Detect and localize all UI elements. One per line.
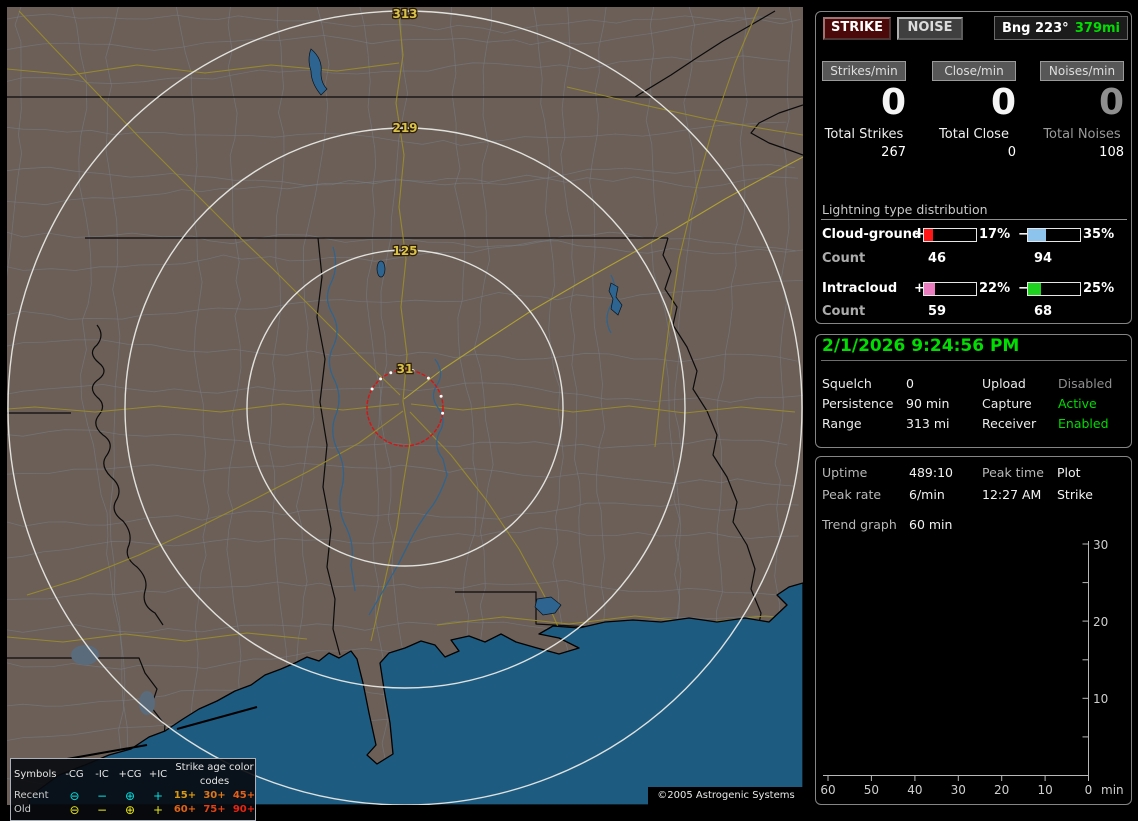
ic-positive-pct: 22%: [979, 281, 1011, 296]
capture-status: Active: [1058, 396, 1097, 411]
range-value: 313 mi: [906, 416, 950, 431]
legend-header-pos-ic: +IC: [148, 769, 168, 780]
svg-text:60: 60: [820, 783, 835, 797]
cg-positive-count: 46: [928, 251, 947, 266]
upload-status: Disabled: [1058, 376, 1113, 391]
ic-count-label: Count: [822, 304, 866, 319]
cg-negative-count: 94: [1034, 251, 1053, 266]
persistence-value: 90 min: [906, 396, 950, 411]
range-label: Range: [822, 416, 862, 431]
svg-text:0: 0: [1085, 783, 1093, 797]
trend-axes: [823, 541, 1089, 781]
age-90: 90+: [232, 804, 256, 815]
bearing-distance: 379mi: [1074, 20, 1120, 36]
pos-cg-old-icon: ⊕: [124, 802, 136, 817]
intracloud-label: Intracloud: [822, 281, 898, 296]
cg-negative-bar: [1027, 228, 1081, 242]
trend-graph: 30 20 10 60 50 40 30 20 10 0 min: [820, 538, 1123, 797]
close-counter: Close/min 0 Total Close 0: [932, 61, 1016, 160]
legend-header-pos-cg: +CG: [118, 769, 142, 780]
neg-ic-old-icon: −: [96, 802, 108, 817]
ring-label-313: 313: [392, 7, 417, 21]
legend-row-recent: Recent: [14, 790, 49, 801]
svg-text:min: min: [1101, 783, 1124, 797]
svg-text:30: 30: [951, 783, 966, 797]
svg-text:40: 40: [907, 783, 922, 797]
svg-text:20: 20: [1093, 615, 1108, 629]
cg-negative-pct: 35%: [1083, 227, 1115, 242]
age-60: 60+: [173, 804, 197, 815]
neg-ic-recent-icon: −: [96, 788, 108, 803]
strikes-counter: Strikes/min 0 Total Strikes 267: [822, 61, 906, 160]
noises-counter: Noises/min 0 Total Noises 108: [1040, 61, 1124, 160]
distribution-title: Lightning type distribution: [822, 202, 988, 217]
squelch-value: 0: [906, 376, 914, 391]
bearing-label: Bng 223°: [1002, 20, 1069, 36]
ic-positive-count: 59: [928, 304, 947, 319]
svg-text:10: 10: [1093, 692, 1108, 706]
svg-text:10: 10: [1037, 783, 1052, 797]
total-strikes-value: 267: [881, 145, 906, 160]
svg-text:50: 50: [864, 783, 879, 797]
neg-cg-recent-icon: ⊖: [69, 788, 80, 803]
capture-label: Capture: [982, 396, 1032, 411]
strike-stats-panel: STRIKE NOISE Bng 223° 379mi Strikes/min …: [815, 11, 1132, 324]
copyright-text: ©2005 Astrogenic Systems: [648, 787, 804, 805]
ring-label-31: 31: [397, 362, 414, 376]
map-canvas: 313 219 125 31: [7, 7, 803, 805]
legend-header-neg-cg: -CG: [65, 769, 84, 780]
bearing-display: Bng 223° 379mi: [994, 16, 1128, 40]
lightning-map[interactable]: 313 219 125 31 Symbols -CG -IC +CG +IC S…: [7, 7, 804, 821]
legend-header-neg-ic: -IC: [95, 769, 109, 780]
cloud-ground-label: Cloud-ground: [822, 227, 922, 242]
legend-header-age: Strike age color codes: [175, 762, 254, 787]
age-75: 75+: [203, 804, 226, 815]
total-strikes-label: Total Strikes: [824, 127, 904, 142]
legend-row-old: Old: [14, 804, 31, 815]
app-window: { "map": { "rings": ["313", "219", "125"…: [0, 0, 1138, 821]
status-panel: 2/1/2026 9:24:56 PM Squelch 0 Upload Dis…: [815, 334, 1132, 448]
total-close-label: Total Close: [939, 127, 1009, 142]
age-45: 45+: [232, 790, 256, 801]
ring-label-219: 219: [392, 121, 417, 135]
svg-text:20: 20: [994, 783, 1009, 797]
strikes-per-min-value: 0: [880, 82, 906, 123]
legend-header-symbols: Symbols: [14, 769, 57, 780]
close-per-min-label: Close/min: [932, 61, 1016, 81]
age-30: 30+: [203, 790, 226, 801]
strike-button[interactable]: STRIKE: [823, 17, 891, 40]
receiver-label: Receiver: [982, 416, 1037, 431]
trend-panel: Uptime 489:10 Peak time Plot Peak rate 6…: [815, 456, 1132, 805]
noises-per-min-label: Noises/min: [1040, 61, 1124, 81]
cg-count-label: Count: [822, 251, 866, 266]
ic-negative-count: 68: [1034, 304, 1053, 319]
cg-positive-bar: [923, 228, 977, 242]
pos-ic-recent-icon: +: [152, 788, 164, 803]
receiver-status: Enabled: [1058, 416, 1109, 431]
total-noises-value: 108: [1099, 145, 1124, 160]
strikes-per-min-label: Strikes/min: [822, 61, 906, 81]
svg-text:30: 30: [1093, 538, 1108, 552]
close-per-min-value: 0: [990, 82, 1016, 123]
trend-axis-labels: 30 20 10 60 50 40 30 20 10 0 min: [820, 538, 1123, 797]
age-15: 15+: [173, 790, 197, 801]
cg-positive-pct: 17%: [979, 227, 1011, 242]
ring-label-125: 125: [392, 244, 417, 258]
ic-positive-bar: [923, 282, 977, 296]
neg-cg-old-icon: ⊖: [69, 802, 80, 817]
noise-button[interactable]: NOISE: [897, 17, 963, 40]
noises-per-min-value: 0: [1098, 82, 1124, 123]
ic-negative-pct: 25%: [1083, 281, 1115, 296]
upload-label: Upload: [982, 376, 1026, 391]
total-noises-label: Total Noises: [1043, 127, 1121, 142]
datetime-divider: [821, 360, 1127, 361]
squelch-label: Squelch: [822, 376, 872, 391]
total-close-value: 0: [1007, 145, 1016, 160]
ic-negative-bar: [1027, 282, 1081, 296]
pos-cg-recent-icon: ⊕: [124, 788, 136, 803]
datetime-display: 2/1/2026 9:24:56 PM: [822, 336, 1020, 356]
pos-ic-old-icon: +: [152, 802, 164, 817]
distribution-divider: [821, 219, 1127, 220]
persistence-label: Persistence: [822, 396, 894, 411]
